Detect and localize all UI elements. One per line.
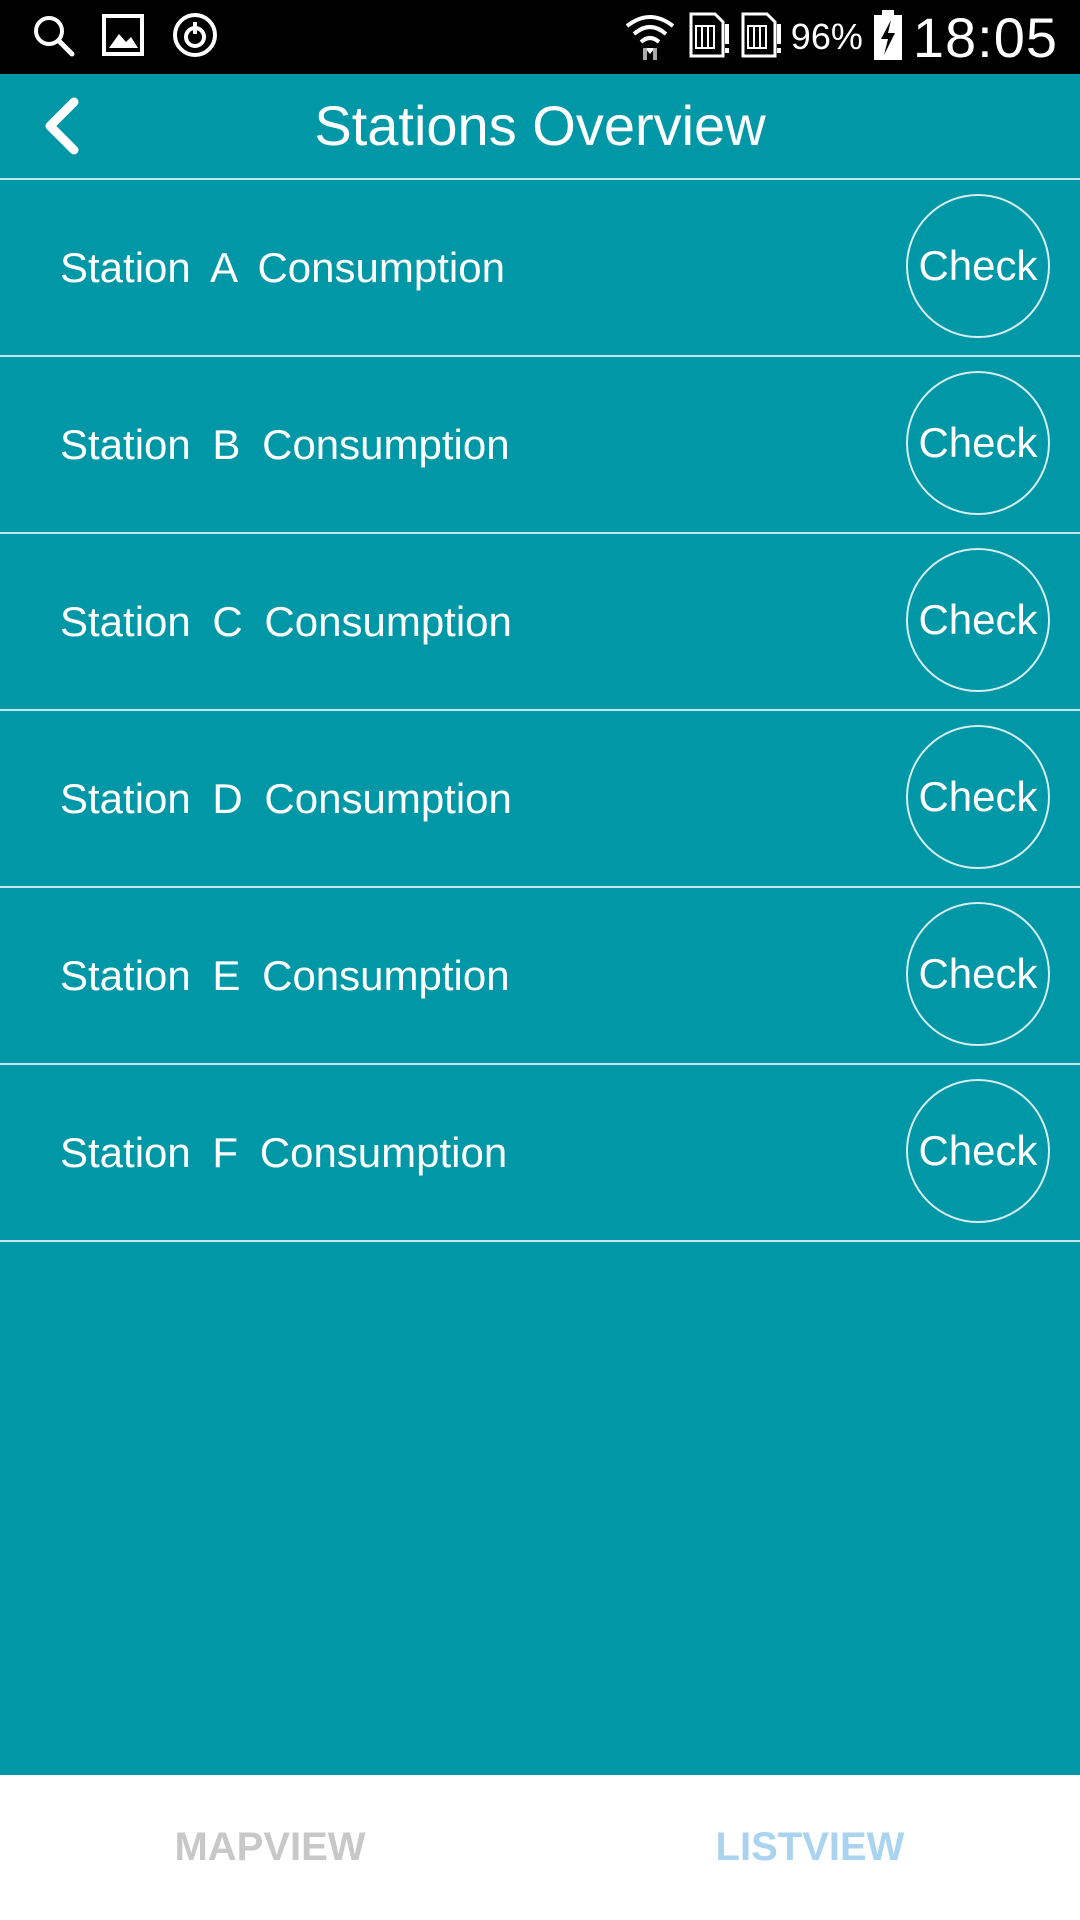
status-bar-left <box>30 10 220 64</box>
list-item-station-a: Station A Consumption Check <box>0 180 1080 357</box>
list-item-station-d: Station D Consumption Check <box>0 711 1080 888</box>
station-label: Station E Consumption <box>60 952 510 999</box>
station-label: Station D Consumption <box>60 775 512 822</box>
battery-charging-icon <box>873 9 903 66</box>
station-label: Station A Consumption <box>60 244 505 291</box>
list-item-station-f: Station F Consumption Check <box>0 1065 1080 1242</box>
bottom-tab-bar: MAPVIEW LISTVIEW <box>0 1775 1080 1920</box>
sync-icon <box>170 10 220 65</box>
list-item-station-c: Station C Consumption Check <box>0 534 1080 711</box>
wifi-icon <box>623 8 677 67</box>
sim1-icon <box>687 10 729 65</box>
check-button-station-e[interactable]: Check <box>906 902 1050 1046</box>
check-button-station-a[interactable]: Check <box>906 194 1050 338</box>
battery-percentage: 96% <box>790 16 863 57</box>
sim2-icon <box>739 10 781 65</box>
station-label: Station F Consumption <box>60 1129 508 1176</box>
page-title: Stations Overview <box>314 94 766 157</box>
check-button-station-d[interactable]: Check <box>906 725 1050 869</box>
check-button-station-b[interactable]: Check <box>906 371 1050 515</box>
status-time: 18:05 <box>912 5 1058 69</box>
tab-listview[interactable]: LISTVIEW <box>540 1775 1080 1920</box>
list-item-station-e: Station E Consumption Check <box>0 888 1080 1065</box>
search-icon <box>30 12 76 63</box>
header-bar: Stations Overview <box>0 74 1080 180</box>
station-list: Station A Consumption Check Station B Co… <box>0 180 1080 1242</box>
check-button-station-f[interactable]: Check <box>906 1079 1050 1223</box>
status-bar-right: 96% 18:05 <box>623 0 1058 74</box>
list-item-station-b: Station B Consumption Check <box>0 357 1080 534</box>
station-label: Station C Consumption <box>60 598 512 645</box>
status-bar: 96% 18:05 <box>0 0 1080 74</box>
gallery-icon <box>100 12 146 63</box>
app-root: 96% 18:05 Stations Overview Station A Co… <box>0 0 1080 1920</box>
check-button-station-c[interactable]: Check <box>906 548 1050 692</box>
station-label: Station B Consumption <box>60 421 510 468</box>
tab-mapview[interactable]: MAPVIEW <box>0 1775 540 1920</box>
